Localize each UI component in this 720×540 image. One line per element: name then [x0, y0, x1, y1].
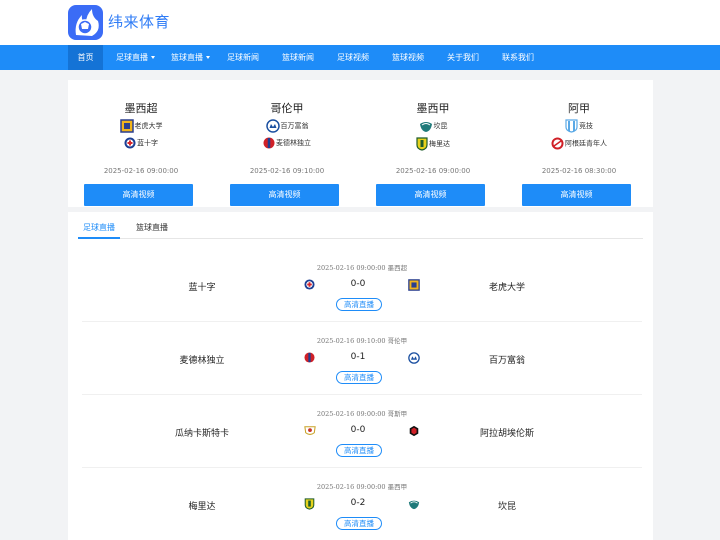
tab-basketball-live[interactable]: 篮球直播: [136, 221, 170, 239]
featured-matches: 墨西超 老虎大学 蓝十字 2025-02-16 09:00:00 高清视频 哥伦…: [68, 80, 653, 207]
nav-label: 篮球新闻: [282, 53, 314, 62]
cancun-badge-icon: [419, 122, 432, 132]
alajuelense-badge-icon: [409, 425, 419, 437]
card-league: 阿甲: [568, 102, 590, 115]
away-team: 百万富翁: [488, 356, 525, 366]
nav-label: 关于我们: [447, 53, 479, 62]
nav-item-football-news[interactable]: 足球新闻: [218, 45, 268, 70]
match-score: 0-0: [350, 279, 366, 289]
card-team: 老虎大学: [68, 119, 214, 133]
away-team: 老虎大学: [488, 283, 525, 293]
match-info: 2025-02-16 09:00:00 墨西超: [316, 264, 408, 272]
featured-card: 哥伦甲 百万富翁 麦德林独立 2025-02-16 09:10:00 高清视频: [214, 80, 360, 207]
racing-badge-icon: [565, 119, 578, 133]
match-score: 0-2: [350, 498, 366, 508]
cancun-badge-icon: [408, 500, 420, 510]
match-score: 0-1: [350, 352, 366, 362]
match-info: 2025-02-16 09:00:00 哥斯甲: [316, 410, 408, 418]
tab-football-live[interactable]: 足球直播: [78, 221, 120, 239]
guanacasteca-badge-icon: [304, 426, 316, 435]
medellin-badge-icon: [263, 137, 275, 149]
nav-item-football-live[interactable]: 足球直播: [108, 45, 163, 70]
home-team: 梅里达: [188, 502, 216, 512]
nav-item-about[interactable]: 关于我们: [438, 45, 488, 70]
featured-card: 墨西超 老虎大学 蓝十字 2025-02-16 09:00:00 高清视频: [68, 80, 214, 207]
hd-video-button[interactable]: 高清视频: [376, 184, 485, 206]
hd-live-button[interactable]: 高清直播: [336, 517, 382, 530]
card-league: 哥伦甲: [270, 102, 304, 115]
nav-label: 足球直播: [116, 53, 148, 62]
featured-card: 墨西甲 坎昆 梅里达 2025-02-16 09:00:00 高清视频: [360, 80, 506, 207]
merida-badge-icon: [416, 137, 428, 151]
match-row: 2025-02-16 09:10:00 哥伦甲 麦德林独立 0-1 百万富翁 高…: [82, 322, 642, 395]
argentinos-badge-icon: [551, 137, 564, 150]
card-time: 2025-02-16 09:00:00: [103, 167, 179, 175]
nav-item-home[interactable]: 首页: [68, 45, 103, 70]
nav-label: 足球视频: [337, 53, 369, 62]
hd-video-button[interactable]: 高清视频: [84, 184, 193, 206]
live-matches: 足球直播 篮球直播 2025-02-16 09:00:00 墨西超 蓝十字 0-…: [68, 212, 653, 540]
nav-label: 首页: [77, 53, 94, 62]
hd-live-button[interactable]: 高清直播: [336, 298, 382, 311]
card-time: 2025-02-16 08:30:00: [541, 167, 617, 175]
sport-tabs: 足球直播 篮球直播: [78, 221, 643, 239]
caret-down-icon: [206, 56, 210, 59]
match-row: 2025-02-16 09:00:00 哥斯甲 瓜纳卡斯特卡 0-0 阿拉胡埃伦…: [82, 395, 642, 468]
card-league: 墨西超: [124, 102, 158, 115]
tigres-badge-icon: [119, 119, 134, 133]
site-name[interactable]: 纬来体育: [108, 11, 170, 32]
card-team: 坎昆: [360, 119, 506, 133]
cruz-azul-badge-icon: [304, 279, 315, 290]
away-team: 坎昆: [497, 502, 516, 512]
card-team: 麦德林独立: [214, 137, 360, 151]
match-row: 2025-02-16 09:00:00 墨西甲 梅里达 0-2 坎昆 高清直播: [82, 468, 642, 540]
main-nav: 首页 足球直播 篮球直播 足球新闻 篮球新闻 足球视频 篮球视频 关于我们 联系…: [0, 45, 720, 70]
featured-card: 阿甲 竞技 阿根廷青年人 2025-02-16 08:30:00 高清视频: [506, 80, 652, 207]
card-team: 梅里达: [360, 137, 506, 151]
card-team: 蓝十字: [68, 137, 214, 151]
merida-badge-icon: [304, 498, 315, 510]
caret-down-icon: [151, 56, 155, 59]
card-team: 百万富翁: [214, 119, 360, 133]
home-team: 麦德林独立: [179, 356, 225, 366]
nav-item-football-video[interactable]: 足球视频: [328, 45, 378, 70]
match-info: 2025-02-16 09:10:00 哥伦甲: [316, 337, 408, 345]
nav-item-basketball-video[interactable]: 篮球视频: [383, 45, 433, 70]
hd-video-button[interactable]: 高清视频: [230, 184, 339, 206]
card-time: 2025-02-16 09:10:00: [249, 167, 325, 175]
home-team: 蓝十字: [188, 283, 216, 293]
nav-label: 篮球视频: [392, 53, 424, 62]
site-header: 纬来体育: [0, 0, 720, 45]
card-league: 墨西甲: [416, 102, 450, 115]
home-team: 瓜纳卡斯特卡: [174, 429, 229, 439]
hd-live-button[interactable]: 高清直播: [336, 444, 382, 457]
away-team: 阿拉胡埃伦斯: [479, 429, 534, 439]
match-score: 0-0: [350, 425, 366, 435]
card-time: 2025-02-16 09:00:00: [395, 167, 471, 175]
millonarios-badge-icon: [408, 352, 420, 364]
nav-item-basketball-live[interactable]: 篮球直播: [163, 45, 218, 70]
card-team: 阿根廷青年人: [506, 137, 652, 151]
nav-item-contact[interactable]: 联系我们: [493, 45, 543, 70]
millonarios-badge-icon: [265, 119, 280, 133]
hd-live-button[interactable]: 高清直播: [336, 371, 382, 384]
hd-video-button[interactable]: 高清视频: [522, 184, 631, 206]
match-row: 2025-02-16 09:00:00 墨西超 蓝十字 0-0 老虎大学 高清直…: [82, 249, 642, 322]
nav-label: 足球新闻: [227, 53, 259, 62]
match-info: 2025-02-16 09:00:00 墨西甲: [316, 483, 408, 491]
nav-item-basketball-news[interactable]: 篮球新闻: [273, 45, 323, 70]
medellin-badge-icon: [304, 352, 315, 363]
card-team: 竞技: [506, 119, 652, 133]
nav-label: 篮球直播: [171, 53, 203, 62]
nav-label: 联系我们: [502, 53, 534, 62]
logo-icon[interactable]: [68, 5, 103, 40]
cruz-azul-badge-icon: [124, 137, 136, 149]
tigres-badge-icon: [408, 279, 420, 291]
